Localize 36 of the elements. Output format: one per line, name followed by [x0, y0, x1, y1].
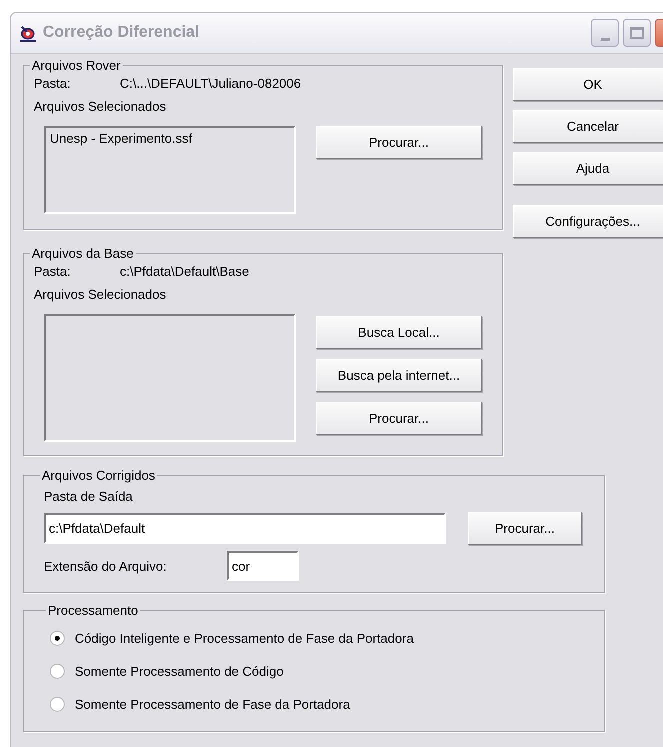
dialog-button[interactable]: Ajuda: [513, 152, 663, 185]
folder-path: c:\Pfdata\Default\Base: [120, 264, 250, 279]
dialog-button[interactable]: Configurações...: [513, 205, 663, 238]
extension-label: Extensão do Arquivo:: [44, 558, 168, 574]
browse-button[interactable]: Procurar...: [468, 512, 582, 545]
radio-label[interactable]: Código Inteligente e Processamento de Fase da Portadora: [75, 631, 414, 646]
window-title: Correção Diferencial: [43, 24, 200, 42]
group-title: Arquivos da Base: [31, 246, 135, 261]
radio-button[interactable]: [50, 664, 65, 679]
radio-label[interactable]: Somente Processamento de Código: [75, 664, 284, 679]
folder-path: C:\...\DEFAULT\Juliano-082006: [120, 76, 302, 91]
selected-files-label: Arquivos Selecionados: [34, 99, 168, 114]
extension-field[interactable]: cor: [227, 551, 299, 581]
search-button[interactable]: Procurar...: [316, 402, 482, 435]
dialog-button[interactable]: Cancelar: [513, 110, 663, 143]
selected-files-label: Arquivos Selecionados: [34, 287, 168, 302]
group-title: Arquivos Corrigidos: [41, 468, 156, 483]
minimize-button[interactable]: [591, 19, 619, 47]
radio-button[interactable]: [50, 697, 65, 712]
file-list[interactable]: [44, 314, 296, 442]
radio-button[interactable]: [50, 631, 65, 646]
search-button[interactable]: Busca Local...: [316, 316, 482, 349]
search-button[interactable]: Busca pela internet...: [316, 359, 482, 392]
output-folder-label: Pasta de Saída: [44, 489, 134, 504]
group-title: Arquivos Rover: [31, 58, 122, 73]
output-folder-field[interactable]: c:\Pfdata\Default: [44, 513, 446, 544]
file-item[interactable]: Unesp - Experimento.ssf: [50, 131, 290, 146]
file-list[interactable]: Unesp - Experimento.ssf: [44, 126, 296, 214]
maximize-button[interactable]: [623, 19, 651, 47]
folder-label: Pasta:: [34, 76, 72, 91]
satellite-dish-icon: [19, 24, 37, 42]
folder-label: Pasta:: [34, 264, 72, 279]
dialog-button[interactable]: OK: [513, 68, 663, 101]
radio-label[interactable]: Somente Processamento de Fase da Portadora: [75, 697, 350, 712]
group-title: Processamento: [47, 603, 140, 618]
browse-button[interactable]: Procurar...: [316, 126, 482, 159]
